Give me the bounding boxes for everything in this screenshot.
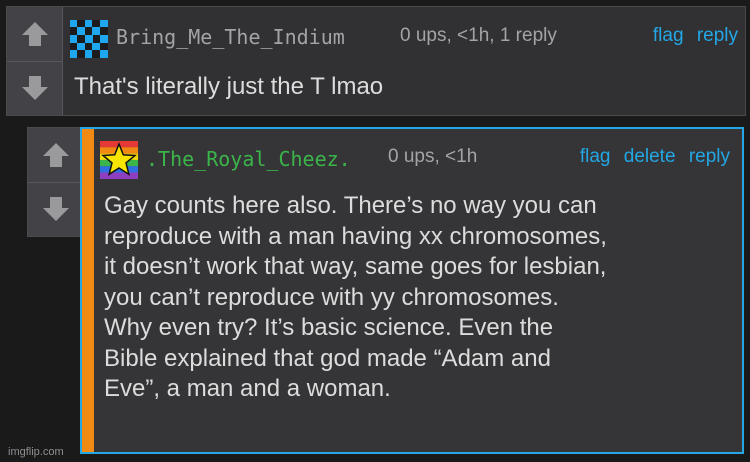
comment-text-line: Eve”, a man and a woman. (104, 375, 391, 402)
comment-text-line: Why even try? It’s basic science. Even t… (104, 314, 554, 341)
imgflip-watermark: imgflip.com (8, 446, 64, 458)
comment-text-line: it doesn’t work that way, same goes for … (104, 253, 607, 280)
comment-header: .The_Royal_Cheez. 0 ups, <1h flag delete… (82, 129, 742, 185)
comment-actions: flag delete reply (572, 146, 730, 168)
upvote-button[interactable] (7, 7, 63, 61)
down-arrow-icon (42, 197, 69, 222)
comment-text-line: Gay counts here also. There’s no way you… (104, 192, 597, 219)
flag-link[interactable]: flag (580, 146, 611, 167)
comment-text: That's literally just the T lmao (74, 73, 384, 100)
vote-column (7, 7, 63, 115)
username[interactable]: .The_Royal_Cheez. (146, 147, 351, 171)
username[interactable]: Bring_Me_The_Indium (116, 25, 345, 49)
comment-meta: 0 ups, <1h, 1 reply (400, 25, 557, 46)
comment-meta: 0 ups, <1h (388, 146, 478, 167)
upvote-button[interactable] (28, 128, 84, 182)
comment-body: Bring_Me_The_Indium 0 ups, <1h, 1 reply … (63, 7, 745, 115)
comment-text-line: you can’t reproduce with yy chromosomes. (104, 283, 559, 311)
comment-1: Bring_Me_The_Indium 0 ups, <1h, 1 reply … (6, 6, 746, 116)
up-arrow-icon (42, 142, 69, 167)
comment-header: Bring_Me_The_Indium 0 ups, <1h, 1 reply … (63, 7, 745, 63)
reply-link[interactable]: reply (689, 146, 730, 167)
reply-link[interactable]: reply (697, 25, 738, 46)
comment-2: .The_Royal_Cheez. 0 ups, <1h flag delete… (80, 127, 744, 454)
comment-text-line: reproduce with a man having xx chromosom… (104, 222, 607, 250)
user-avatar[interactable] (70, 20, 108, 58)
comment-actions: flag reply (645, 25, 738, 47)
flag-link[interactable]: flag (653, 25, 684, 46)
delete-link[interactable]: delete (624, 146, 676, 167)
down-arrow-icon (21, 76, 48, 101)
downvote-button[interactable] (7, 60, 63, 115)
comment-text-line: Bible explained that god made “Adam and (104, 344, 551, 372)
comment-text: Gay counts here also. There’s no way you… (104, 191, 744, 405)
comment-2-votes (27, 127, 84, 237)
up-arrow-icon (21, 21, 48, 46)
user-avatar[interactable] (100, 141, 138, 179)
downvote-button[interactable] (28, 181, 84, 236)
vote-column (28, 128, 84, 236)
